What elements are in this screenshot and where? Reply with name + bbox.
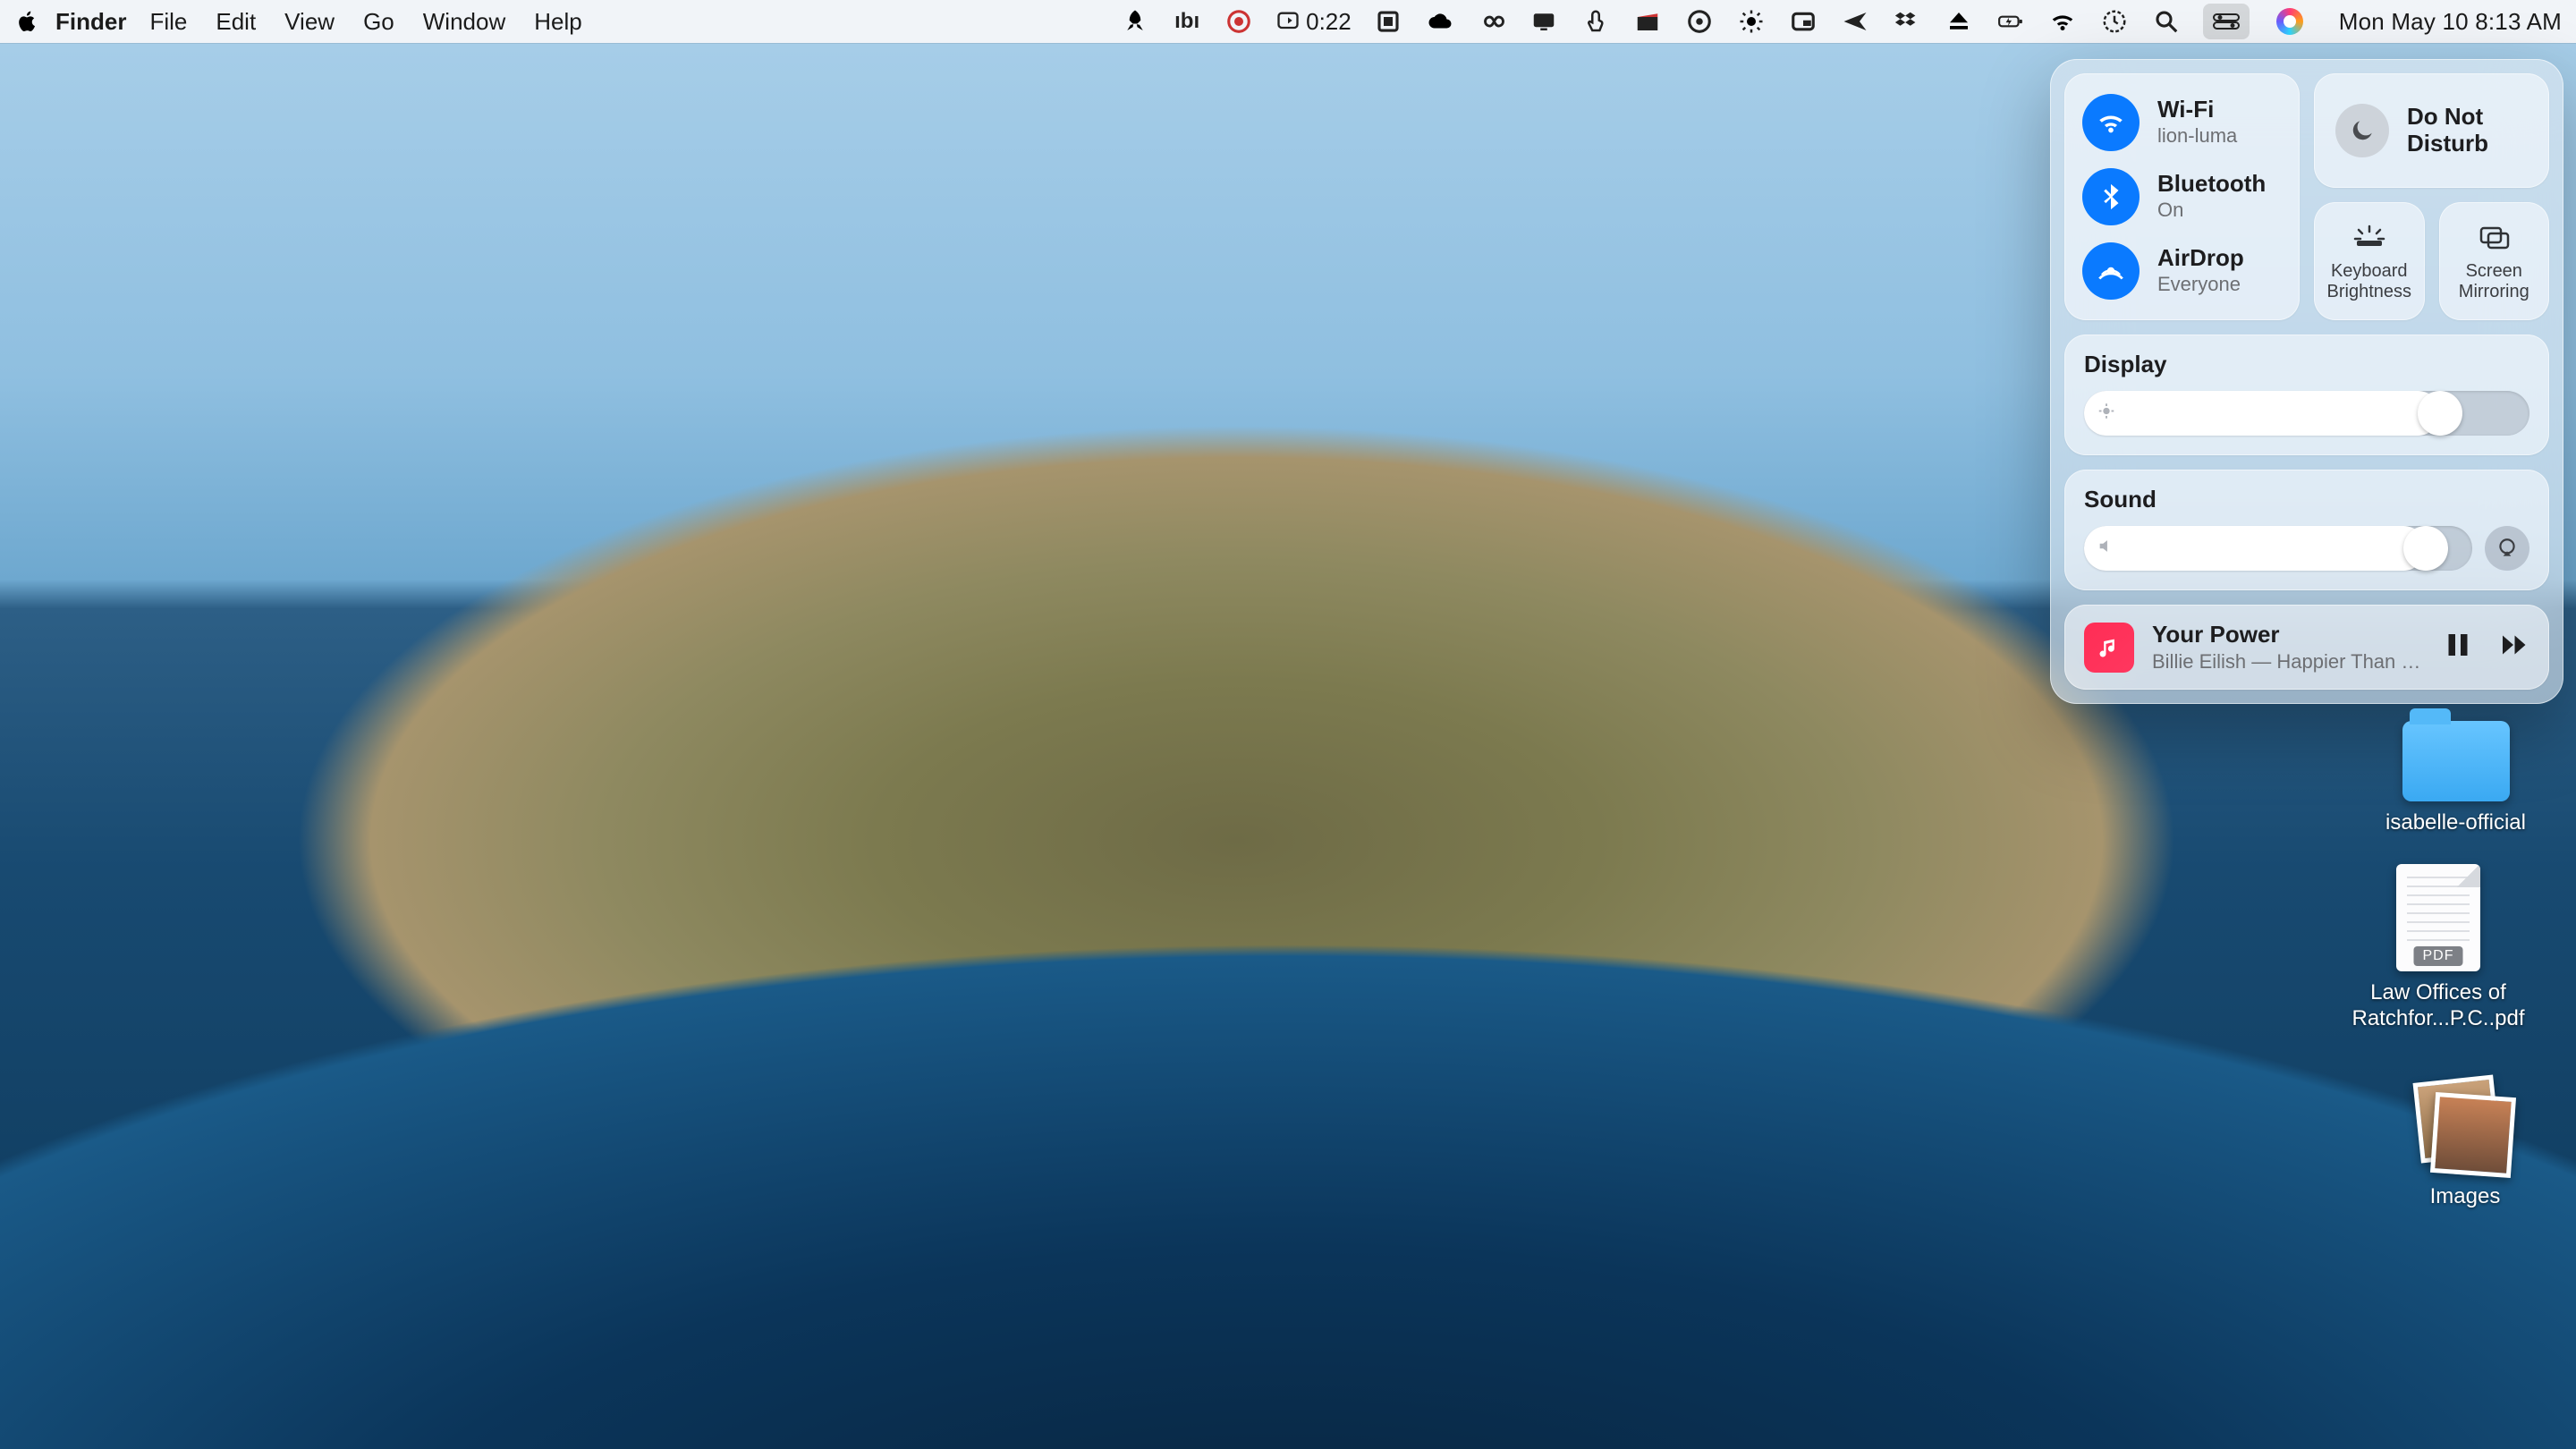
next-button[interactable] [2497,629,2529,665]
search-icon[interactable] [2151,6,2182,37]
menubar-datetime[interactable]: Mon May 10 8:13 AM [2339,8,2562,36]
touch-icon[interactable] [1580,6,1611,37]
desktop-pdf-file[interactable]: PDF Law Offices of Ratchfor...P.C..pdf [2340,864,2537,1032]
clock-icon[interactable] [2099,6,2130,37]
menubar-status-area: ıbı 0:22 [1120,4,2303,39]
wifi-icon[interactable] [2047,6,2078,37]
send-icon[interactable] [1840,6,1870,37]
bluetooth-subtitle: On [2157,199,2266,222]
keyboard-brightness-tile[interactable]: Keyboard Brightness [2314,202,2425,320]
apple-menu[interactable] [13,10,43,33]
brightness-icon[interactable] [1736,6,1767,37]
bluetooth-icon [2082,168,2140,225]
sound-title: Sound [2084,486,2529,513]
menu-view[interactable]: View [284,8,335,36]
airdrop-toggle[interactable]: AirDrop Everyone [2082,238,2282,304]
infinity-icon[interactable] [1477,6,1507,37]
now-playing-card[interactable]: Your Power Billie Eilish — Happier Than … [2064,605,2549,690]
song-subtitle: Billie Eilish — Happier Than Ever [2152,650,2424,674]
record-icon[interactable] [1684,6,1715,37]
sidecar-icon[interactable] [1373,6,1403,37]
wifi-toggle[interactable]: Wi-Fi lion-luma [2082,89,2282,156]
song-title: Your Power [2152,621,2424,648]
menubar: Finder File Edit View Go Window Help ıbı… [0,0,2576,43]
app-name[interactable]: Finder [55,8,126,36]
rocket-icon[interactable] [1120,6,1150,37]
image-stack-icon [2417,1079,2513,1175]
sync-icon[interactable] [1224,6,1254,37]
display-title: Display [2084,351,2529,378]
menu-help[interactable]: Help [534,8,581,36]
images-label: Images [2430,1184,2501,1209]
airdrop-title: AirDrop [2157,246,2244,270]
wifi-icon [2082,94,2140,151]
do-not-disturb-toggle[interactable]: Do Not Disturb [2314,73,2549,188]
clapper-icon[interactable] [1632,6,1663,37]
wifi-subtitle: lion-luma [2157,124,2237,148]
display-icon[interactable] [1529,6,1559,37]
screen-mirroring-tile[interactable]: Screen Mirroring [2439,202,2550,320]
app-menus: File Edit View Go Window Help [149,8,581,36]
pip-icon[interactable] [1788,6,1818,37]
sun-icon [2097,402,2116,426]
folder-icon [2402,721,2510,801]
music-app-icon [2084,623,2134,673]
screen-mirroring-label: Screen Mirroring [2445,261,2545,301]
pdf-label: Law Offices of Ratchfor...P.C..pdf [2340,980,2537,1032]
timer-value: 0:22 [1306,8,1352,36]
airplay-audio-button[interactable] [2485,526,2529,571]
connectivity-card: Wi-Fi lion-luma Bluetooth On AirDrop Eve… [2064,73,2300,320]
airdrop-icon [2082,242,2140,300]
sound-slider[interactable] [2084,526,2472,571]
airdrop-subtitle: Everyone [2157,273,2244,296]
dropbox-icon[interactable] [1892,6,1922,37]
display-card: Display [2064,335,2549,455]
timer-menu[interactable]: 0:22 [1275,8,1352,36]
small-tiles: Keyboard Brightness Screen Mirroring [2314,202,2549,320]
menu-window[interactable]: Window [423,8,505,36]
display-slider[interactable] [2084,391,2529,436]
menu-go[interactable]: Go [363,8,394,36]
control-center-toggle[interactable] [2203,4,2250,39]
siri-icon[interactable] [2276,8,2303,35]
desktop-images-stack[interactable]: Images [2417,1079,2513,1209]
eject-icon[interactable] [1944,6,1974,37]
keyboard-brightness-icon [2351,221,2387,256]
bluetooth-toggle[interactable]: Bluetooth On [2082,164,2282,230]
menu-file[interactable]: File [149,8,187,36]
sound-card: Sound [2064,470,2549,590]
pdf-icon: PDF [2396,864,2480,971]
wifi-title: Wi-Fi [2157,97,2237,122]
control-center-panel: Wi-Fi lion-luma Bluetooth On AirDrop Eve… [2050,59,2563,704]
speaker-icon [2097,537,2116,561]
dnd-label: Do Not Disturb [2407,104,2528,157]
keyboard-brightness-label: Keyboard Brightness [2319,261,2419,301]
pause-button[interactable] [2442,629,2474,665]
battery-icon[interactable] [1996,6,2026,37]
screen-mirroring-icon [2476,221,2512,256]
pdf-tag: PDF [2414,946,2463,966]
dnd-title: Do Not Disturb [2407,104,2528,157]
cloud-icon[interactable] [1425,6,1455,37]
ibi-icon[interactable]: ıbı [1172,6,1202,37]
menu-edit[interactable]: Edit [216,8,256,36]
desktop-folder-isabelle[interactable]: isabelle-official [2385,721,2526,835]
bluetooth-title: Bluetooth [2157,172,2266,196]
moon-icon [2335,104,2389,157]
folder-label: isabelle-official [2385,810,2526,835]
